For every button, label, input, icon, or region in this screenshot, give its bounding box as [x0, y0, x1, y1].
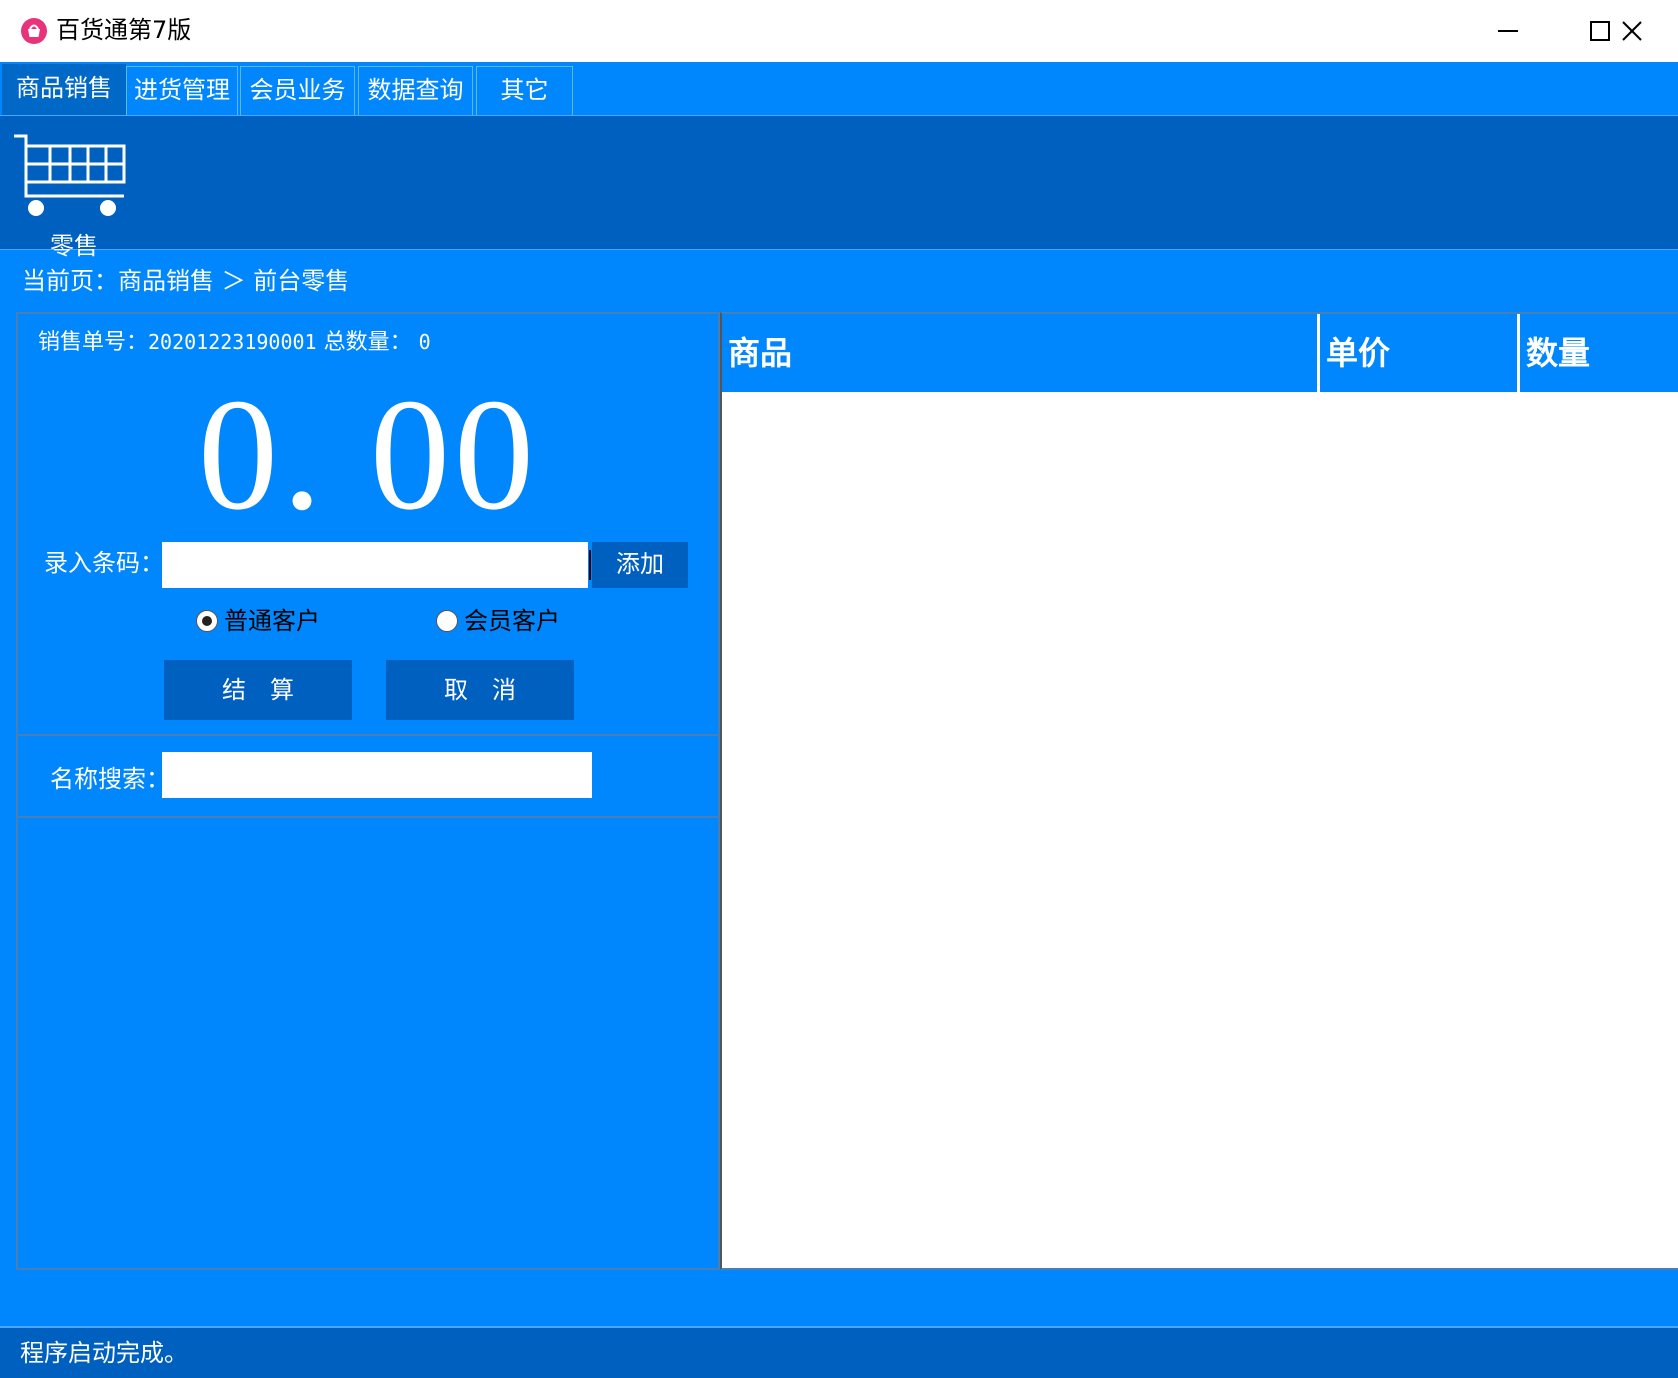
regular-customer-label: 普通客户 [224, 607, 320, 635]
total-quantity-label: 总数量： [323, 330, 412, 355]
status-bar: 程序启动完成。 [0, 1326, 1678, 1378]
order-number-label: 销售单号： [38, 330, 149, 355]
title-bar: 百货通第7版 [0, 0, 1678, 63]
member-customer-radio[interactable] [436, 610, 458, 632]
total-amount: 0. 00 [198, 365, 538, 543]
tab-purchasing[interactable]: 进货管理 [126, 66, 238, 115]
tab-sales[interactable]: 商品销售 [2, 64, 126, 115]
grid-body[interactable] [722, 392, 1678, 1268]
grid-header: 商品 单价 数量 [722, 314, 1678, 392]
window-title: 百货通第7版 [56, 16, 192, 44]
retail-button[interactable]: 零售 [12, 134, 132, 260]
regular-customer-radio[interactable] [196, 610, 218, 632]
barcode-input[interactable] [162, 542, 588, 588]
status-text: 程序启动完成。 [20, 1339, 188, 1367]
column-header-quantity[interactable]: 数量 [1520, 314, 1678, 392]
search-results-area[interactable] [18, 818, 718, 1268]
total-quantity: 0 [418, 330, 431, 354]
shopping-cart-icon [14, 134, 126, 216]
ribbon-toolbar: 零售 [0, 115, 1678, 260]
name-search-input[interactable] [162, 752, 592, 798]
tab-data-query[interactable]: 数据查询 [358, 66, 473, 115]
cancel-button[interactable]: 取 消 [386, 660, 574, 720]
tab-other[interactable]: 其它 [476, 66, 573, 115]
tab-strip: 商品销售 进货管理 会员业务 数据查询 其它 [0, 62, 1678, 115]
section-divider [18, 734, 718, 736]
member-customer-label: 会员客户 [464, 607, 560, 635]
shopping-basket-icon [21, 18, 47, 44]
close-button[interactable] [1586, 0, 1678, 62]
checkout-button[interactable]: 结 算 [164, 660, 352, 720]
column-header-unit-price[interactable]: 单价 [1320, 314, 1520, 392]
name-search-label: 名称搜索： [50, 765, 170, 793]
tab-membership[interactable]: 会员业务 [240, 66, 355, 115]
barcode-label: 录入条码： [44, 549, 164, 577]
breadcrumb: 当前页：商品销售 ＞ 前台零售 [22, 267, 350, 295]
items-grid[interactable]: 商品 单价 数量 [720, 312, 1678, 1270]
minimize-icon [1498, 30, 1518, 32]
order-number: 20201223190001 [148, 330, 317, 354]
column-header-product[interactable]: 商品 [722, 314, 1320, 392]
sale-panel: 销售单号：20201223190001 总数量： 0 0. 00 录入条码： 添… [16, 312, 720, 1270]
retail-label: 零售 [50, 232, 98, 260]
close-icon [1622, 21, 1642, 41]
order-info: 销售单号：20201223190001 总数量： 0 [38, 326, 431, 359]
add-button[interactable]: 添加 [592, 542, 688, 588]
text-caret [589, 550, 591, 580]
minimize-button[interactable] [1462, 0, 1554, 62]
